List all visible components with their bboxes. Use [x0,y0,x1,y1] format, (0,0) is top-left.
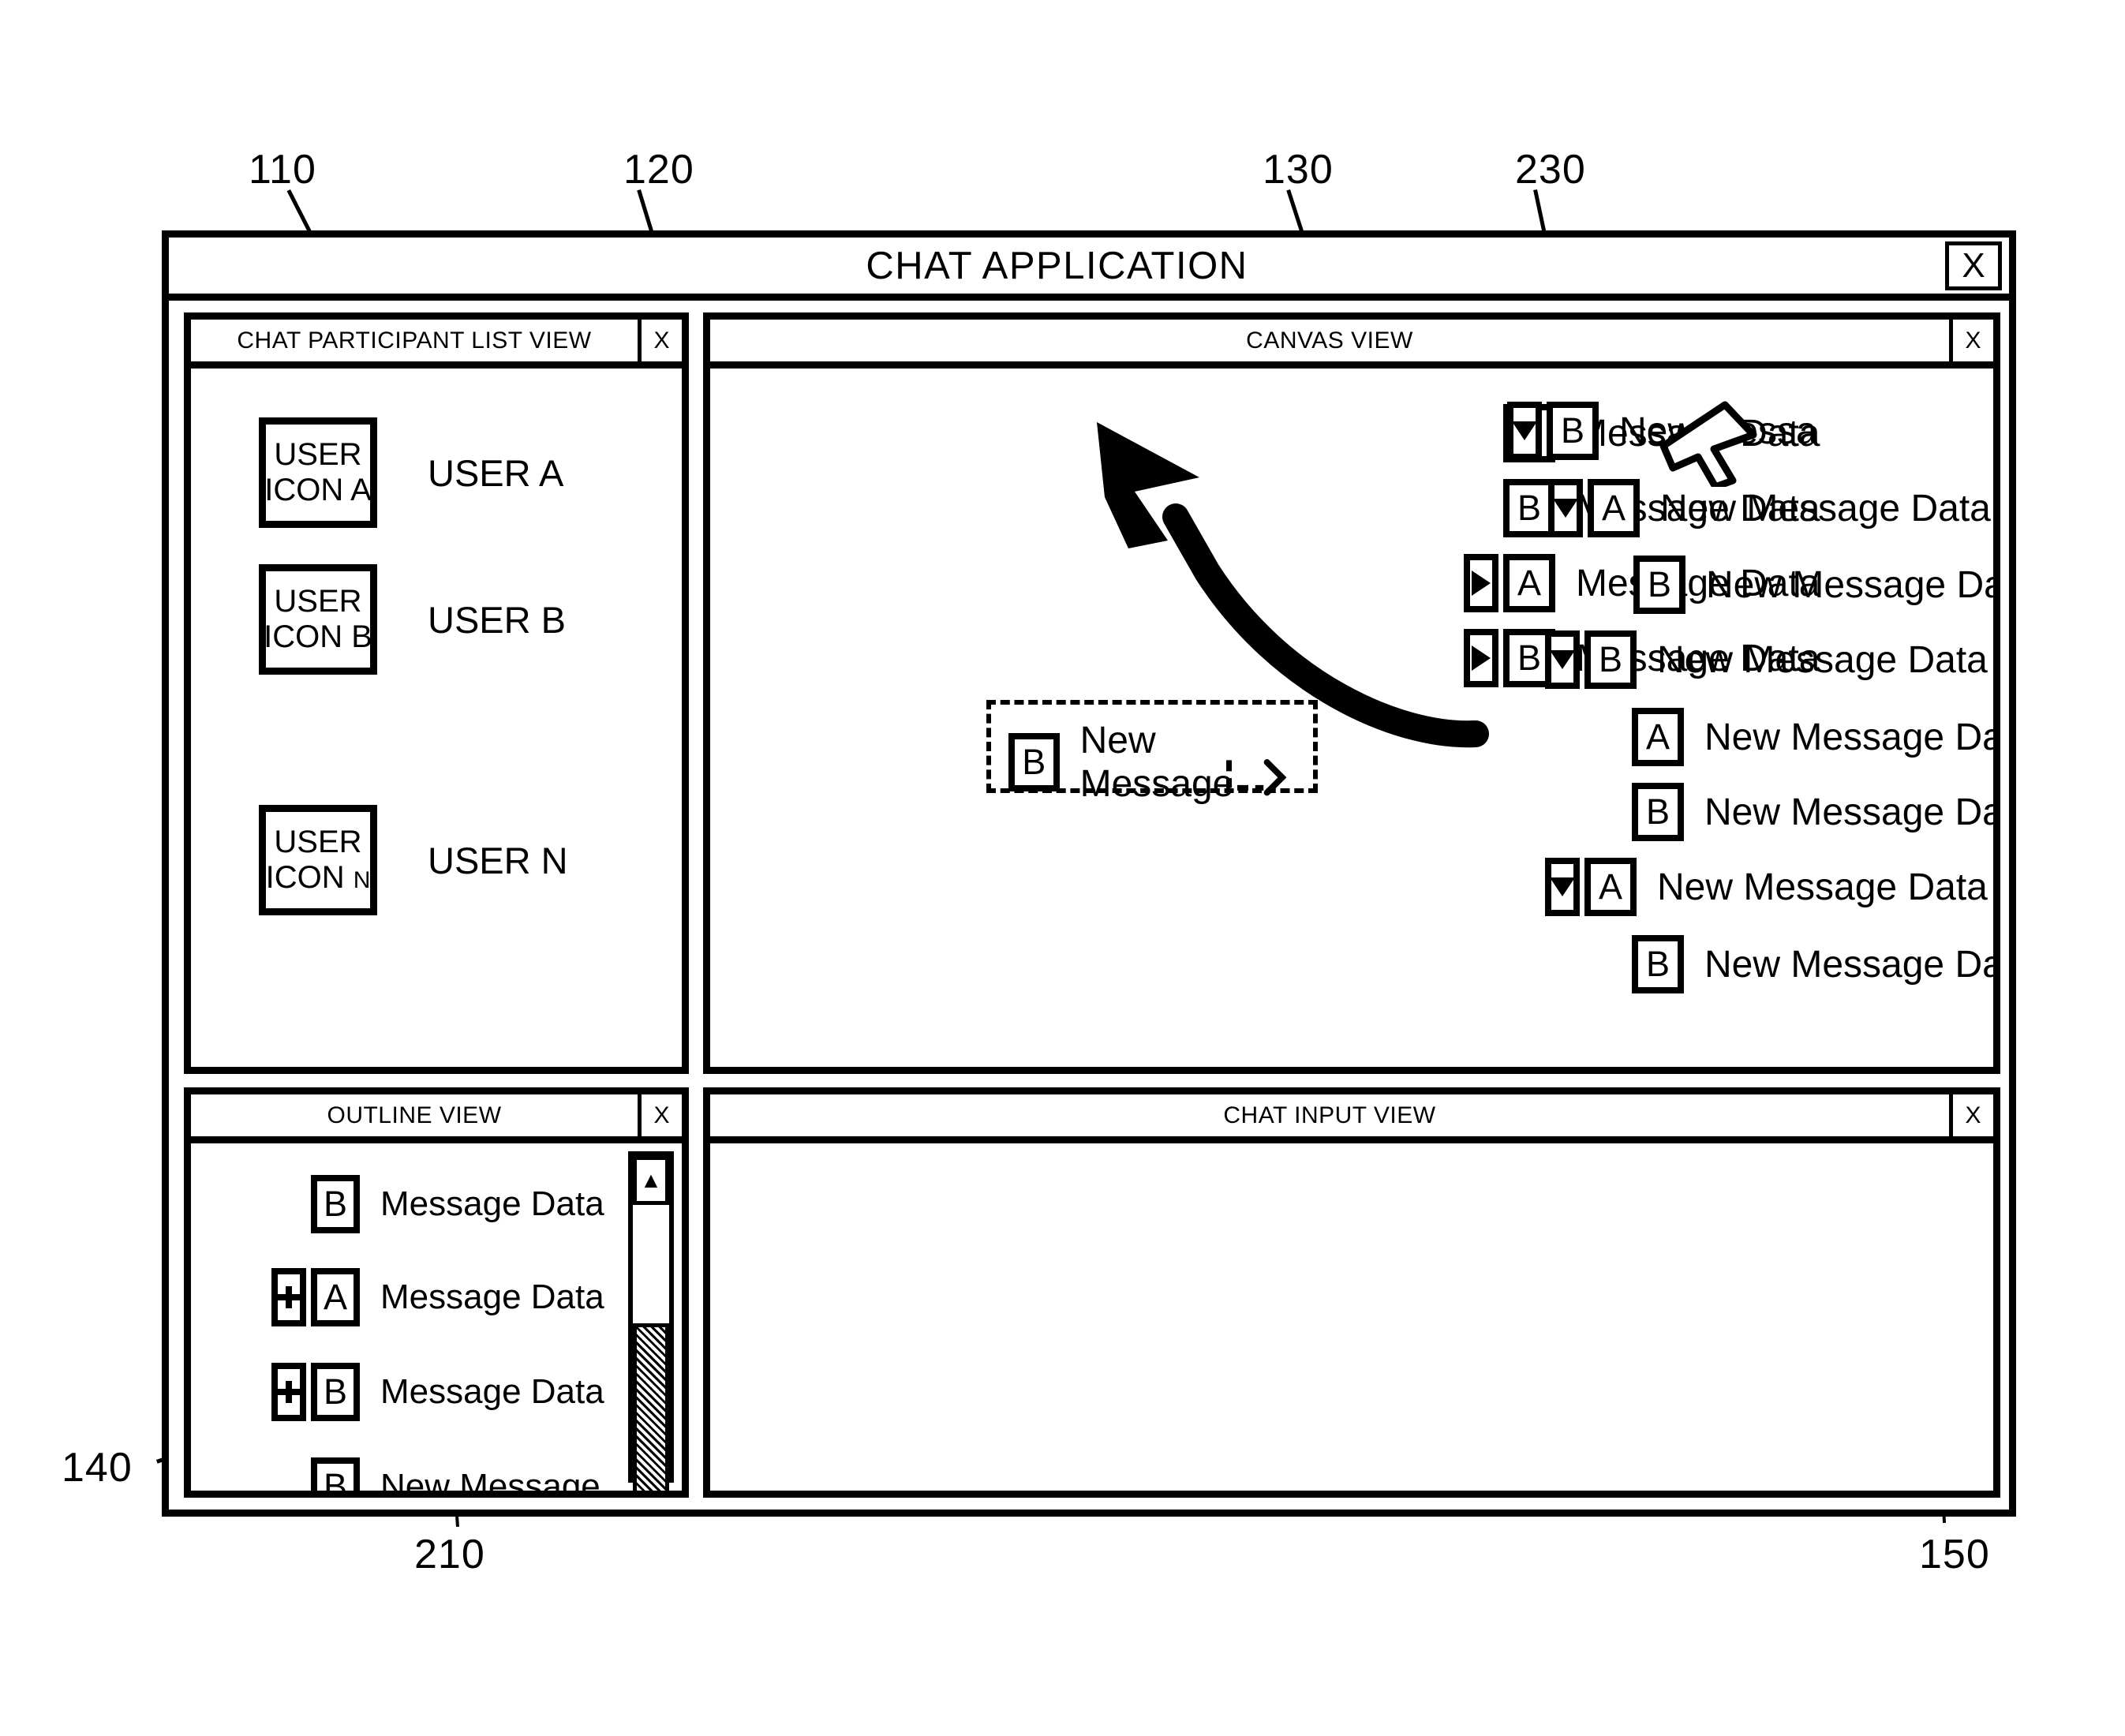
expander-expanded-icon[interactable] [1545,630,1580,689]
user-icon-n-line2: ICON [265,860,354,895]
message-avatar: B [1633,556,1685,614]
message-avatar: B [311,1457,360,1491]
message-avatar: A [1584,858,1637,916]
participant-row[interactable]: USER ICON A USER A [259,417,563,528]
message-text: New Message Data [1657,866,1988,908]
chat-input-panel-header: CHAT INPUT VIEW X [710,1094,1993,1143]
outline-panel-body: B Message Data A Message Data B Message … [191,1143,682,1491]
canvas-message-row[interactable]: B New Message Data [1545,630,1988,689]
chat-application-window: CHAT APPLICATION X CHAT PARTICIPANT LIST… [162,230,2016,1517]
canvas-message-row[interactable]: A New Message Data [1548,479,1991,537]
expander-plus-icon[interactable] [271,1268,306,1326]
drag-ghost-marker [1226,759,1287,796]
message-text: New Message Data [1704,716,1993,758]
user-icon-b-line1: USER [274,584,362,619]
message-avatar: B [311,1363,360,1421]
user-icon-n-suffix: N [353,867,371,893]
canvas-panel-title: CANVAS VIEW [1246,327,1413,354]
participant-row[interactable]: USER ICON N USER N [259,805,568,915]
ref-numeral-150: 150 [1919,1532,1990,1577]
canvas-message-row[interactable]: B New Message Data [1633,556,1993,614]
ref-numeral-140: 140 [62,1445,133,1491]
message-avatar: A [311,1268,360,1326]
ref-numeral-130: 130 [1263,147,1334,193]
ref-numeral-230: 230 [1515,147,1586,193]
canvas-message-row[interactable]: A New Message Data [1545,858,1988,916]
message-text: Message Data [380,1372,604,1411]
canvas-message-row[interactable]: A New Message Data [1632,708,1993,766]
message-avatar: B [1008,733,1060,791]
participant-panel-header: CHAT PARTICIPANT LIST VIEW X [191,320,682,369]
message-avatar: A [1503,554,1555,612]
message-avatar: B [1632,935,1684,993]
drag-arrow-icon [1097,422,1489,748]
scrollbar-track[interactable] [633,1205,669,1491]
message-text: New Message Data [1704,791,1993,833]
user-icon-a-line1: USER [274,437,362,473]
message-avatar: B [1547,402,1599,460]
message-text: New Message Data [1706,563,1993,606]
ref-numeral-110: 110 [249,147,316,193]
user-icon-n-line1: USER [274,825,362,860]
chat-participant-list-view: CHAT PARTICIPANT LIST VIEW X USER ICON A… [184,312,689,1074]
outline-view: OUTLINE VIEW X B Message Data A Message … [184,1087,689,1498]
window-title: CHAT APPLICATION [866,244,1248,287]
scrollbar-thumb[interactable] [633,1323,669,1491]
outline-panel-header: OUTLINE VIEW X [191,1094,682,1143]
message-text: Message Data [380,1184,604,1223]
message-avatar: B [1632,783,1684,841]
user-icon-a-line2: ICON A [264,473,372,507]
canvas-panel-close-button[interactable]: X [1949,320,1993,361]
outline-row[interactable]: B Message Data [271,1363,604,1421]
outline-scrollbar[interactable]: ▲ ▼ [628,1151,674,1491]
participant-panel-title: CHAT PARTICIPANT LIST VIEW [237,327,592,354]
user-name-n: USER N [428,839,568,881]
outline-row[interactable]: B New Message [311,1457,600,1491]
mouse-cursor-icon [1659,401,1757,487]
message-text: New Message Data [1660,487,1991,529]
panel-container: CHAT PARTICIPANT LIST VIEW X USER ICON A… [176,312,2002,1500]
canvas-panel-body: A Message Data B Message Data A Message … [710,369,1993,1067]
message-text: New Message Data [1657,638,1988,681]
chat-input-panel-close-button[interactable]: X [1949,1094,1993,1136]
expander-expanded-icon[interactable] [1545,858,1580,916]
participant-panel-body: USER ICON A USER A USER ICON B USER B US… [191,369,682,1067]
chat-input-field[interactable] [710,1143,1993,1491]
participant-panel-close-button[interactable]: X [638,320,682,361]
message-avatar: B [1584,630,1637,689]
message-avatar: A [1632,708,1684,766]
user-name-a: USER A [428,451,564,494]
outline-panel-close-button[interactable]: X [638,1094,682,1136]
ref-numeral-120: 120 [623,147,694,193]
message-text: Message Data [380,1278,604,1316]
figure-canvas: 110 120 130 230 210 140 210 150 CHAT APP… [0,0,2125,1736]
outline-row[interactable]: B Message Data [311,1175,604,1233]
message-text: New Message Data [1704,943,1993,986]
window-close-button[interactable]: X [1945,241,2002,290]
outline-panel-title: OUTLINE VIEW [327,1102,502,1128]
participant-row[interactable]: USER ICON B USER B [259,564,566,675]
expander-expanded-icon[interactable] [1548,479,1583,537]
message-avatar: A [1588,479,1640,537]
canvas-message-row[interactable]: B New Message Data [1632,935,1993,993]
canvas-view: CANVAS VIEW X A Message Data B Message D… [703,312,2000,1074]
chat-input-view: CHAT INPUT VIEW X [703,1087,2000,1498]
expander-expanded-icon[interactable] [1507,402,1542,460]
ref-numeral-210-outline: 210 [414,1532,485,1577]
chat-input-panel-body [710,1143,1993,1491]
user-name-b: USER B [428,598,566,641]
user-icon-a[interactable]: USER ICON A [259,417,377,528]
canvas-message-row[interactable]: B New Message Data [1632,783,1993,841]
expander-plus-icon[interactable] [271,1363,306,1421]
user-icon-n[interactable]: USER ICON N [259,805,377,915]
message-avatar: B [311,1175,360,1233]
outline-row[interactable]: A Message Data [271,1268,604,1326]
user-icon-b-line2: ICON B [264,619,372,654]
user-icon-b[interactable]: USER ICON B [259,564,377,675]
scroll-up-button[interactable]: ▲ [633,1156,669,1205]
message-text: New Message [380,1467,600,1491]
canvas-panel-header: CANVAS VIEW X [710,320,1993,369]
window-titlebar: CHAT APPLICATION X [169,238,2009,301]
chat-input-panel-title: CHAT INPUT VIEW [1223,1102,1436,1128]
